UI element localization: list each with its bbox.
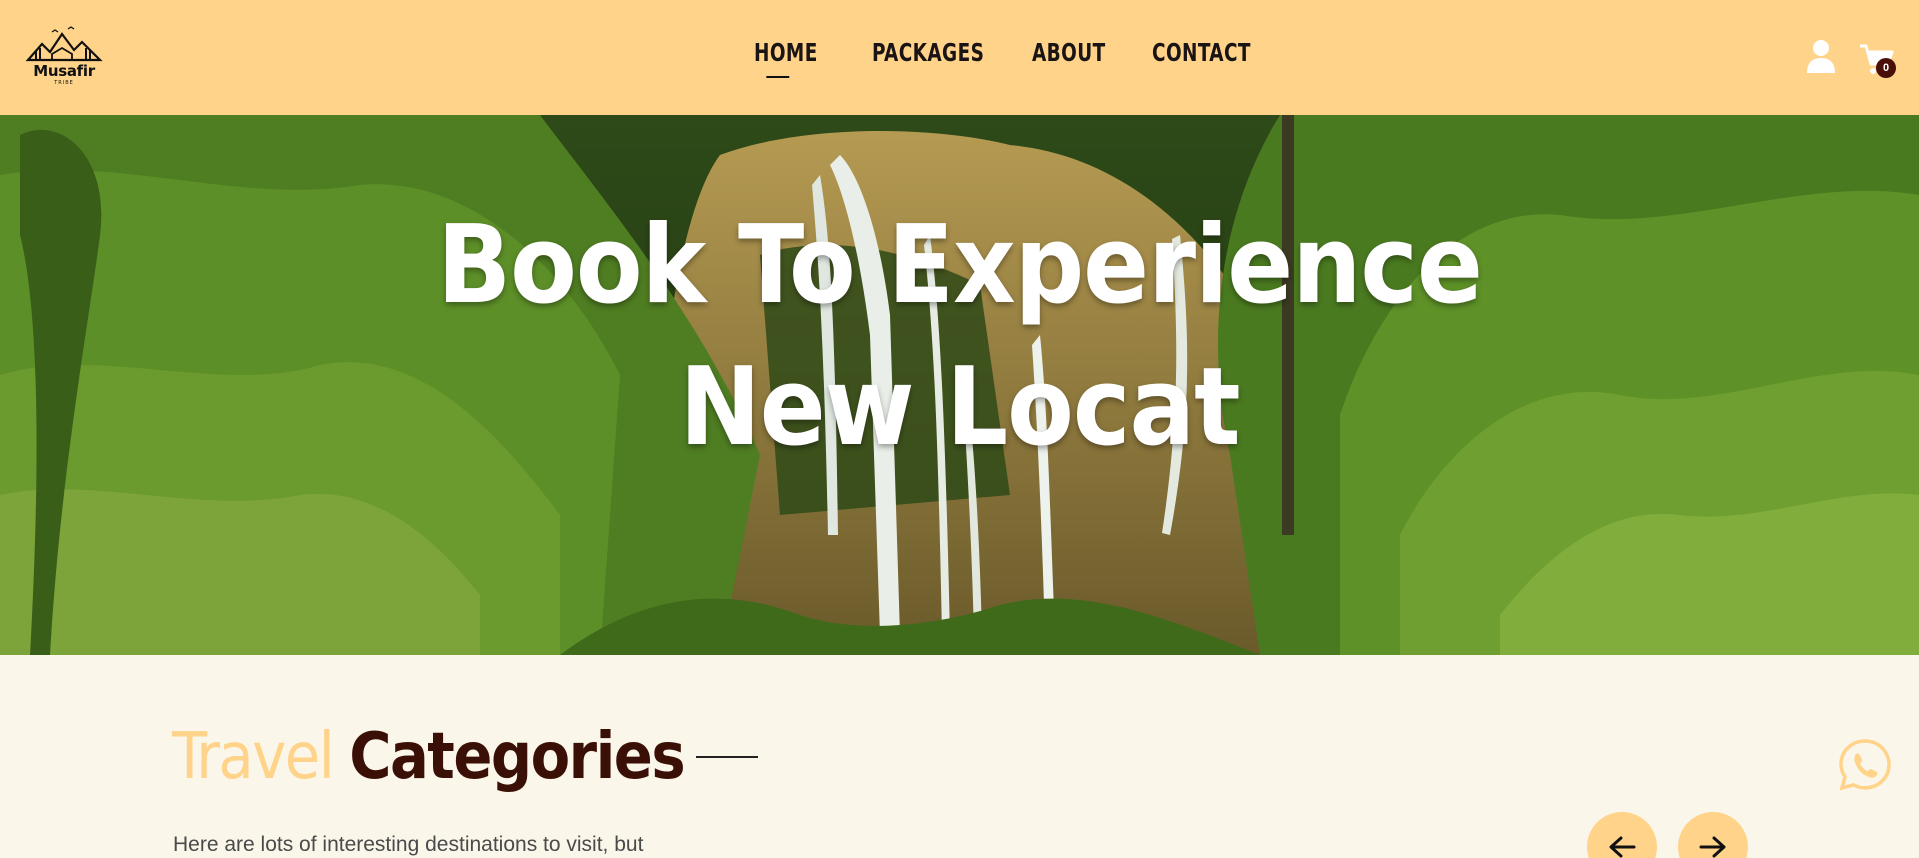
arrow-right-icon [1699, 836, 1726, 858]
nav-contact-label: CONTACT [1152, 38, 1251, 67]
site-logo[interactable]: Musafir TRIBE [22, 26, 106, 86]
nav-about[interactable]: ABOUT [1032, 38, 1109, 78]
categories-title-accent: Travel [172, 720, 335, 794]
logo-brand-text: Musafir [33, 62, 95, 80]
nav-home-label: HOME [754, 38, 818, 67]
next-button[interactable] [1678, 812, 1748, 858]
categories-title: Travel Categories [172, 720, 759, 794]
site-header: Musafir TRIBE HOME PACKAGES ABOUT CONTAC… [0, 0, 1919, 115]
logo-mountain-icon [25, 26, 103, 62]
main-nav: HOME PACKAGES ABOUT CONTACT [754, 38, 1288, 78]
hero-banner: Book To Experience New Locat [0, 115, 1919, 655]
arrow-left-icon [1609, 836, 1636, 858]
hero-heading-line2: New Locat [679, 345, 1240, 470]
prev-button[interactable] [1587, 812, 1657, 858]
hero-heading: Book To Experience New Locat [0, 195, 1919, 479]
title-decor-line [696, 756, 759, 758]
nav-contact[interactable]: CONTACT [1152, 38, 1250, 78]
nav-about-label: ABOUT [1032, 38, 1106, 67]
nav-active-underline [766, 76, 790, 78]
nav-packages-label: PACKAGES [872, 38, 985, 67]
nav-packages[interactable]: PACKAGES [872, 38, 985, 78]
cart-count-badge: 0 [1876, 58, 1896, 78]
whatsapp-icon[interactable] [1837, 737, 1893, 793]
hero-heading-line1: Book To Experience [437, 203, 1483, 328]
logo-tagline: TRIBE [54, 80, 74, 86]
categories-title-main: Categories [349, 720, 685, 794]
categories-description: Here are lots of interesting destination… [173, 833, 644, 856]
user-icon[interactable] [1806, 38, 1836, 74]
nav-home[interactable]: HOME [754, 38, 829, 78]
